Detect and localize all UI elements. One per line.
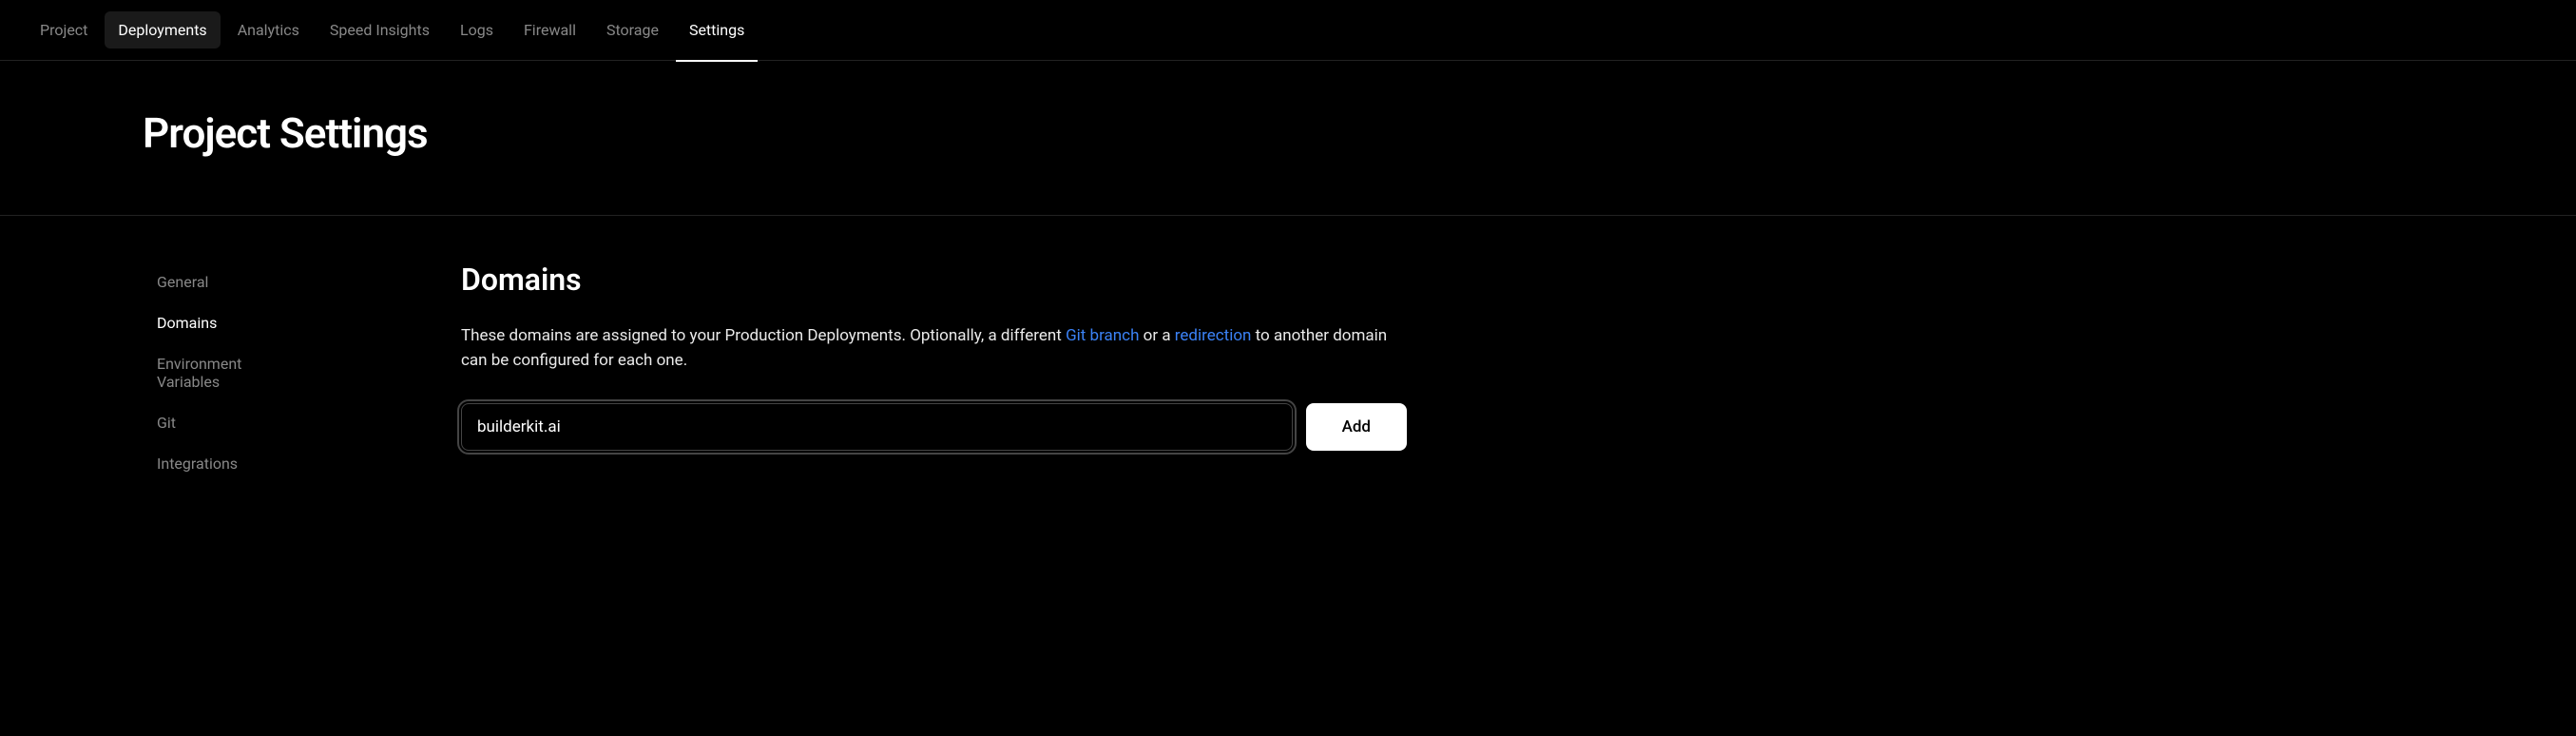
nav-logs[interactable]: Logs [447,11,507,48]
git-branch-link[interactable]: Git branch [1066,326,1139,345]
nav-firewall[interactable]: Firewall [510,11,589,48]
sidebar-item-environment-variables[interactable]: Environment Variables [157,343,304,402]
description-text: or a [1139,326,1174,345]
sidebar-item-general[interactable]: General [157,261,304,302]
redirection-link[interactable]: redirection [1175,326,1252,345]
main-content: Domains These domains are assigned to yo… [304,261,1464,484]
nav-analytics[interactable]: Analytics [224,11,313,48]
nav-settings[interactable]: Settings [676,11,758,48]
section-title: Domains [461,261,1407,298]
domain-input[interactable] [461,403,1293,451]
nav-speed-insights[interactable]: Speed Insights [317,11,443,48]
domains-description: These domains are assigned to your Produ… [461,324,1407,373]
domain-input-row: Add [461,403,1407,451]
sidebar-item-integrations[interactable]: Integrations [157,443,304,484]
page-title: Project Settings [143,108,2576,158]
description-text: These domains are assigned to your Produ… [461,326,1066,345]
sidebar-item-git[interactable]: Git [157,402,304,443]
nav-deployments[interactable]: Deployments [105,11,220,48]
nav-project[interactable]: Project [27,11,101,48]
settings-sidebar: General Domains Environment Variables Gi… [0,261,304,484]
header-section: Project Settings [0,61,2576,216]
add-button[interactable]: Add [1306,403,1407,451]
content-wrapper: General Domains Environment Variables Gi… [0,216,2576,484]
sidebar-item-domains[interactable]: Domains [157,302,304,343]
nav-storage[interactable]: Storage [593,11,672,48]
top-nav: Project Deployments Analytics Speed Insi… [0,0,2576,61]
